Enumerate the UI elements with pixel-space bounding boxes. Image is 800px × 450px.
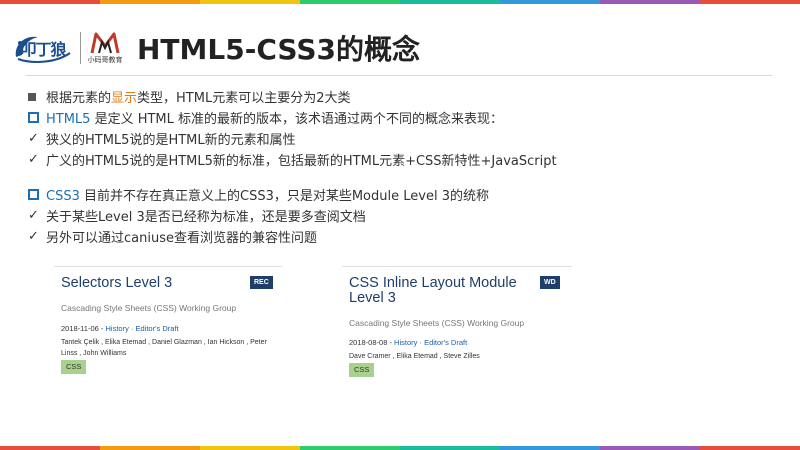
- outline-square-icon: [28, 112, 46, 123]
- working-group: Cascading Style Sheets (CSS) Working Gro…: [61, 303, 237, 313]
- highlight-text: 显示: [111, 91, 138, 106]
- top-color-bar: [0, 0, 800, 4]
- color-seg: [600, 446, 700, 450]
- status-badge: WD: [540, 276, 560, 289]
- title-divider: [26, 75, 772, 76]
- bullet-line: HTML5 是定义 HTML 标准的最新的版本，该术语通过两个不同的概念来表现：: [28, 107, 768, 128]
- page-title: HTML5-CSS3的概念: [137, 33, 420, 66]
- status-badge: REC: [250, 276, 273, 289]
- spec-authors: Tantek Çelik , Elika Etemad , Daniel Gla…: [61, 339, 267, 357]
- bottom-color-bar: [0, 446, 800, 450]
- css-tag[interactable]: CSS: [61, 360, 87, 374]
- checkmark-icon: ✓: [28, 208, 39, 223]
- color-seg: [300, 446, 400, 450]
- spec-title-link[interactable]: Selectors Level 3: [61, 276, 172, 291]
- line-text: 狭义的HTML5说的是HTML新的元素和属性: [46, 133, 296, 148]
- color-seg: [400, 446, 500, 450]
- spec-title-link[interactable]: CSS Inline Layout Module Level 3: [349, 276, 529, 306]
- editors-draft-link[interactable]: Editor's Draft: [424, 338, 467, 347]
- slide-content: 根据元素的显示类型，HTML元素可以主要分为2大类 HTML5 是定义 HTML…: [28, 86, 768, 247]
- color-seg: [0, 0, 100, 4]
- filled-square-icon: [28, 92, 46, 101]
- checkmark-icon: ✓: [28, 131, 39, 146]
- color-seg: [100, 0, 200, 4]
- spec-meta: 2018-11-06 - History · Editor's Draft: [61, 324, 179, 333]
- checkmark-icon: ✓: [28, 229, 39, 244]
- history-link[interactable]: History: [105, 324, 128, 333]
- color-seg: [500, 0, 600, 4]
- bullet-line: ✓ 狭义的HTML5说的是HTML新的元素和属性: [28, 128, 768, 149]
- xiaomage-logo: 小码哥教育: [87, 32, 123, 65]
- color-seg: [600, 0, 700, 4]
- bullet-line: ✓ 广义的HTML5说的是HTML5新的标准，包括最新的HTML元素+CSS新特…: [28, 149, 768, 170]
- outline-square-icon: [28, 189, 46, 200]
- bullet-line: ✓ 关于某些Level 3是否已经称为标准，还是要多查阅文档: [28, 205, 768, 226]
- color-seg: [400, 0, 500, 4]
- bullet-line: 根据元素的显示类型，HTML元素可以主要分为2大类: [28, 86, 768, 107]
- logo-caption: 小码哥教育: [87, 55, 123, 64]
- line-text: CSS3 目前并不存在真正意义上的CSS3，只是对某些Module Level …: [46, 189, 489, 204]
- color-seg: [500, 446, 600, 450]
- highlight-text: CSS3: [46, 189, 80, 204]
- color-seg: [0, 446, 100, 450]
- spec-meta: 2018-08-08 - History · Editor's Draft: [349, 338, 468, 347]
- working-group: Cascading Style Sheets (CSS) Working Gro…: [349, 318, 525, 328]
- css-tag[interactable]: CSS: [349, 363, 375, 377]
- line-text: 另外可以通过caniuse查看浏览器的兼容性问题: [46, 231, 317, 246]
- slide-header: 叩丁狼 小码哥教育 HTML5-CSS3的概念: [12, 28, 420, 68]
- color-seg: [700, 0, 800, 4]
- color-seg: [700, 446, 800, 450]
- bullet-line: ✓ 另外可以通过caniuse查看浏览器的兼容性问题: [28, 226, 768, 247]
- m-logo-icon: [90, 32, 120, 53]
- koudinglang-logo: 叩丁狼: [12, 31, 74, 65]
- spec-card-selectors: Selectors Level 3 REC Cascading Style Sh…: [54, 266, 282, 385]
- color-seg: [100, 446, 200, 450]
- history-link[interactable]: History: [394, 338, 417, 347]
- line-text: 根据元素的显示类型，HTML元素可以主要分为2大类: [46, 91, 351, 106]
- bullet-line: CSS3 目前并不存在真正意义上的CSS3，只是对某些Module Level …: [28, 184, 768, 205]
- spec-card-inline-layout: CSS Inline Layout Module Level 3 WD Casc…: [342, 266, 572, 385]
- logo-divider: [80, 32, 81, 64]
- line-text: 关于某些Level 3是否已经称为标准，还是要多查阅文档: [46, 210, 366, 225]
- logo-wordmark: 叩丁狼: [20, 40, 66, 59]
- editors-draft-link[interactable]: Editor's Draft: [136, 324, 179, 333]
- color-seg: [300, 0, 400, 4]
- spec-authors: Dave Cramer , Elika Etemad , Steve Zille…: [349, 353, 480, 360]
- line-text: HTML5 是定义 HTML 标准的最新的版本，该术语通过两个不同的概念来表现：: [46, 112, 504, 127]
- highlight-text: HTML5: [46, 112, 91, 127]
- line-text: 广义的HTML5说的是HTML5新的标准，包括最新的HTML元素+CSS新特性+…: [46, 154, 557, 169]
- checkmark-icon: ✓: [28, 152, 39, 167]
- color-seg: [200, 0, 300, 4]
- color-seg: [200, 446, 300, 450]
